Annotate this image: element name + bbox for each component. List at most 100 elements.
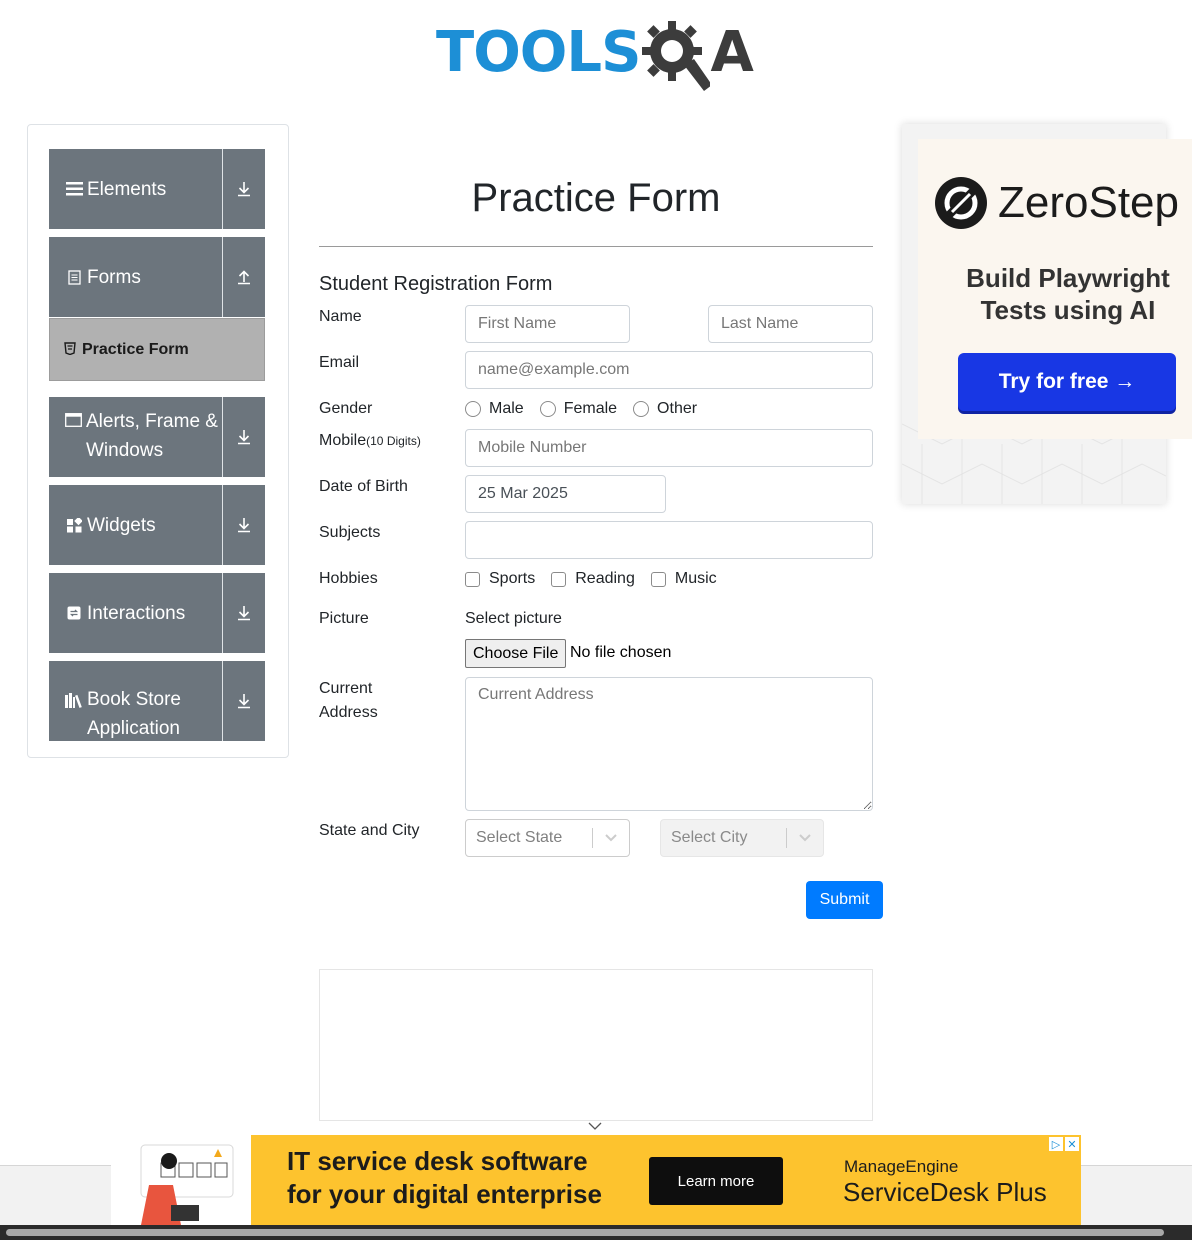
sidebar-group-elements[interactable]: Elements [49,149,265,229]
choose-file-button[interactable]: Choose File [465,639,567,668]
current-address-label: Current Address [319,677,378,725]
sidebar-group-label: Widgets [87,514,156,536]
sidebar-group-forms[interactable]: Forms [49,237,265,317]
ad-choices-icon[interactable]: ▷ [1049,1137,1063,1151]
radio-button[interactable] [465,401,481,417]
state-select-value: Select State [476,829,563,846]
banner-headline-line1: IT service desk software [287,1146,588,1176]
chevron-down-icon[interactable] [787,834,823,842]
radio-label: Other [657,400,698,417]
expand-down-icon[interactable] [222,397,265,477]
hobby-reading-option[interactable]: Reading [551,570,635,588]
logo-letter-a: A [710,20,754,85]
zerostep-tagline-line1: Build Playwright [966,263,1170,293]
expand-down-icon[interactable] [222,485,265,565]
mobile-label-text: Mobile [319,432,367,449]
sidebar-item-practice-form[interactable]: Practice Form [49,318,265,381]
banner-headline-line2: for your digital enterprise [287,1179,602,1209]
expand-down-icon[interactable] [222,661,265,741]
bottom-ad-banner[interactable]: IT service desk software for your digita… [111,1135,1081,1225]
radio-button[interactable] [539,401,556,417]
sidebar-group-book-store[interactable]: Book Store Application [49,661,265,741]
sidebar-group-label: Interactions [87,602,186,624]
support-agent-illustration [111,1135,251,1225]
sidebar-group-label: Book Store Application [87,689,181,739]
sidebar-group-label: Forms [87,266,141,288]
city-select-value: Select City [671,829,748,846]
document-icon [65,269,83,285]
sidebar-group-alerts[interactable]: Alerts, Frame & Windows [49,397,265,477]
mobile-input[interactable] [465,429,873,467]
sidebar-group-widgets[interactable]: Widgets [49,485,265,565]
try-for-free-button[interactable]: Try for free → [958,353,1176,411]
hobbies-label: Hobbies [319,570,378,587]
gender-female-option[interactable]: Female [539,400,618,418]
checkbox-label: Sports [489,570,536,587]
current-address-textarea[interactable] [465,677,873,811]
horizontal-scrollbar[interactable] [0,1225,1192,1240]
gender-options: Male Female Other [465,397,713,421]
email-input[interactable] [465,351,873,389]
toolsqa-logo[interactable]: TOOLS A [436,14,762,92]
state-select[interactable]: Select State [465,819,630,857]
banner-brand-company: ManageEngine [844,1157,959,1176]
radio-label: Female [563,400,618,417]
checkbox[interactable] [650,571,666,587]
mobile-label: Mobile(10 Digits) [319,429,421,453]
checkbox-label: Music [674,570,717,587]
hobby-sports-option[interactable]: Sports [465,570,535,588]
sidebar-group-label: Elements [87,178,167,200]
zerostep-tagline: Build Playwright Tests using AI [940,262,1192,326]
zerostep-brand: ZeroStep [998,178,1179,227]
close-icon[interactable]: ✕ [1065,1137,1079,1151]
html5-icon [64,341,76,358]
zerostep-tagline-line2: Tests using AI [980,295,1156,325]
ad-placeholder-box [319,969,873,1121]
logo-text: TOOLS [436,20,641,85]
dob-label: Date of Birth [319,478,408,495]
expand-down-icon[interactable] [222,573,265,653]
sidebar-item-label: Practice Form [82,340,189,358]
select-picture-label: Select picture [465,610,562,627]
banner-headline: IT service desk software for your digita… [287,1145,602,1211]
zerostep-logo-icon [935,177,987,229]
gender-other-option[interactable]: Other [633,400,697,418]
name-label: Name [319,308,362,325]
file-status: No file chosen [570,644,672,661]
window-icon [65,413,82,427]
gender-male-option[interactable]: Male [465,400,524,418]
widgets-icon [65,517,83,533]
submit-button[interactable]: Submit [806,881,883,919]
hobby-options: Sports Reading Music [465,567,733,591]
checkbox[interactable] [551,571,567,587]
first-name-input[interactable] [465,305,630,343]
form-title: Student Registration Form [319,273,553,295]
gender-label: Gender [319,400,373,417]
learn-more-button[interactable]: Learn more [649,1157,783,1205]
hobby-music-option[interactable]: Music [650,570,717,588]
subjects-label: Subjects [319,524,381,541]
interactions-icon [65,606,83,620]
chevron-down-icon[interactable] [593,834,629,842]
expand-down-icon[interactable] [222,149,265,229]
mobile-hint: (10 Digits) [366,434,421,448]
radio-label: Male [489,400,524,417]
state-city-label: State and City [319,822,420,839]
radio-button[interactable] [633,401,650,417]
scrollbar-thumb[interactable] [6,1229,1164,1236]
date-of-birth-input[interactable] [465,475,666,513]
banner-brand-product: ServiceDesk Plus [843,1177,1047,1207]
sidebar: Elements Forms Practice Form Alerts, Fra… [27,124,289,758]
subjects-input[interactable] [465,521,873,559]
divider [319,246,873,247]
sidebar-group-interactions[interactable]: Interactions [49,573,265,653]
city-select[interactable]: Select City [660,819,824,857]
last-name-input[interactable] [708,305,873,343]
ad-choices: ▷ ✕ [1049,1137,1079,1151]
checkbox[interactable] [465,571,480,587]
zerostep-logo: ZeroStep [934,176,1179,230]
sidebar-group-label: Alerts, Frame & Windows [86,411,218,461]
logo-qa: A [640,15,754,91]
collapse-up-icon[interactable] [222,237,265,317]
chevron-down-icon[interactable] [588,1118,602,1136]
